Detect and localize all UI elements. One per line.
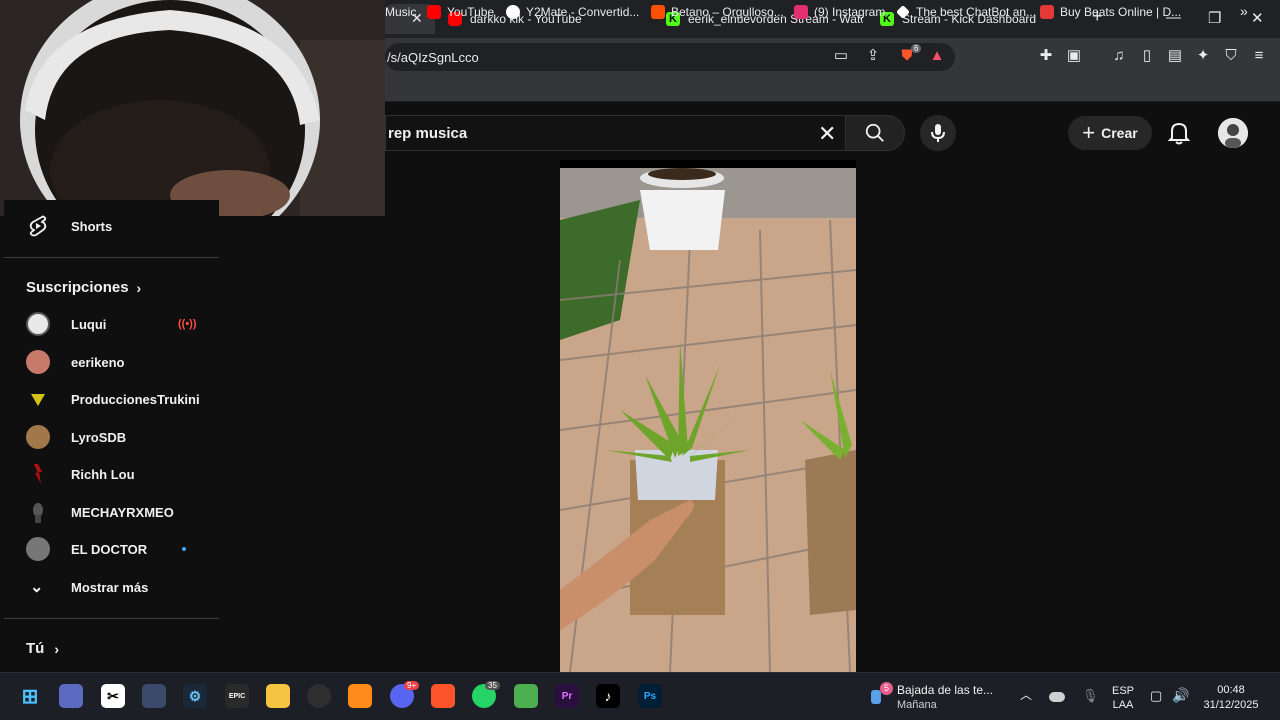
bookmark-y2mate[interactable]: Y2Mate - Convertid... bbox=[506, 5, 639, 19]
chatbot-icon bbox=[896, 5, 910, 19]
betano-icon bbox=[651, 5, 665, 19]
short-video-player[interactable] bbox=[560, 160, 856, 672]
voice-search-button[interactable] bbox=[920, 115, 956, 151]
create-button[interactable]: + Crear bbox=[1068, 116, 1152, 150]
extensions-icon[interactable]: ✚ bbox=[1037, 47, 1055, 65]
windows-start-icon[interactable]: ⊞ bbox=[18, 684, 42, 708]
microphone-tray-icon[interactable]: 🎙 bbox=[1082, 688, 1099, 704]
bookmark-instagram[interactable]: (9) Instagram bbox=[794, 5, 885, 19]
file-explorer-icon[interactable] bbox=[266, 684, 290, 708]
sidebar-divider bbox=[4, 618, 219, 619]
obs-icon[interactable] bbox=[307, 684, 331, 708]
close-window-icon[interactable]: ✕ bbox=[1251, 9, 1264, 27]
search-value: rep musica bbox=[388, 124, 468, 142]
chevron-up-icon[interactable]: ︿ bbox=[1020, 686, 1032, 703]
url-text: /s/aQIzSgnLcco bbox=[387, 49, 479, 65]
search-icon bbox=[865, 123, 884, 142]
whatsapp-badge: 35 bbox=[485, 681, 500, 690]
bookmark-betano[interactable]: Betano – Orgulloso... bbox=[651, 5, 784, 19]
channel-avatar bbox=[26, 500, 50, 524]
clear-search-icon[interactable]: ✕ bbox=[818, 121, 836, 147]
photoshop-icon[interactable]: Ps bbox=[638, 684, 662, 708]
language-indicator[interactable]: ESP LAA bbox=[1108, 685, 1138, 711]
brave-browser-icon[interactable] bbox=[431, 684, 455, 708]
subscription-mechayrxmeo[interactable]: MECHAYRXMEO bbox=[0, 494, 215, 530]
bookmark-beats[interactable]: Buy Beats Online | D... bbox=[1040, 5, 1181, 19]
avatar-image bbox=[1218, 118, 1248, 148]
epic-games-icon[interactable]: EPIC bbox=[225, 684, 249, 708]
weather-icon bbox=[871, 690, 881, 704]
chevron-right-icon: › bbox=[136, 279, 142, 296]
notification-badge: 5 bbox=[880, 682, 893, 695]
subscription-luqui[interactable]: Luqui ((•)) bbox=[0, 306, 215, 342]
shorts-icon bbox=[29, 215, 47, 237]
microphone-icon bbox=[931, 124, 945, 142]
sidebar-divider bbox=[4, 257, 219, 258]
volume-icon[interactable]: 🔊 bbox=[1172, 687, 1189, 704]
discord-badge: 9+ bbox=[404, 681, 420, 690]
plus-icon: + bbox=[1082, 120, 1096, 145]
search-input[interactable]: rep musica bbox=[385, 115, 845, 151]
channel-avatar bbox=[26, 425, 50, 449]
fl-studio-icon[interactable] bbox=[348, 684, 372, 708]
show-more-button[interactable]: ⌄ Mostrar más bbox=[0, 569, 215, 605]
channel-avatar bbox=[26, 537, 50, 561]
onedrive-icon[interactable] bbox=[1049, 692, 1065, 702]
chevron-right-icon: › bbox=[54, 640, 59, 657]
cast-icon[interactable]: ▭ bbox=[832, 47, 850, 65]
channel-avatar bbox=[26, 387, 50, 411]
bookmark-music[interactable]: Music bbox=[385, 5, 416, 19]
chevron-down-icon: ⌄ bbox=[30, 579, 44, 596]
share-icon[interactable]: ⇪ bbox=[864, 47, 882, 65]
account-avatar[interactable] bbox=[1218, 118, 1248, 148]
more-bookmarks-icon[interactable]: » bbox=[1240, 3, 1248, 19]
bookmark-chatbot[interactable]: The best ChatBot an... bbox=[896, 5, 1036, 19]
you-section-title[interactable]: Tú › bbox=[26, 640, 59, 657]
wallet-icon[interactable]: ▤ bbox=[1166, 47, 1184, 65]
restore-icon[interactable]: ❐ bbox=[1208, 9, 1221, 27]
search-button[interactable] bbox=[845, 115, 905, 151]
weather-widget[interactable]: Bajada de las te... Mañana bbox=[897, 683, 993, 711]
clock[interactable]: 00:48 31/12/2025 bbox=[1198, 684, 1264, 711]
subscription-richh-lou[interactable]: Richh Lou bbox=[0, 456, 215, 492]
channel-avatar bbox=[26, 350, 50, 374]
vpn-icon[interactable]: ⛉ bbox=[1222, 47, 1240, 65]
channel-avatar bbox=[26, 462, 50, 486]
subscription-produccionestrukini[interactable]: ProduccionesTrukini bbox=[0, 381, 215, 417]
tiktok-icon[interactable]: ♪ bbox=[596, 684, 620, 708]
subscriptions-title[interactable]: Suscripciones › bbox=[26, 279, 141, 296]
subscription-eerikeno[interactable]: eerikeno bbox=[0, 344, 215, 380]
instagram-icon bbox=[794, 5, 808, 19]
video-frame bbox=[560, 160, 856, 672]
notifications-button[interactable] bbox=[1167, 121, 1191, 150]
music-icon[interactable]: ♫ bbox=[1110, 47, 1128, 65]
bell-icon bbox=[1167, 122, 1191, 145]
beats-icon bbox=[1040, 5, 1054, 19]
webcam-overlay bbox=[0, 0, 385, 216]
network-icon[interactable]: ▢ bbox=[1150, 688, 1162, 704]
youtube-icon bbox=[427, 5, 441, 19]
sidebar-icon[interactable]: ▯ bbox=[1138, 47, 1156, 65]
sidebar-item-shorts[interactable]: Shorts bbox=[4, 208, 219, 244]
subscription-lyrosdb[interactable]: LyroSDB bbox=[0, 419, 215, 455]
live-icon: ((•)) bbox=[178, 318, 197, 330]
reader-icon[interactable]: ▣ bbox=[1065, 47, 1083, 65]
brave-rewards-icon[interactable]: ▲ bbox=[928, 47, 946, 65]
channel-avatar bbox=[26, 312, 50, 336]
leo-ai-icon[interactable]: ✦ bbox=[1194, 47, 1212, 65]
sidebar-item-label: Shorts bbox=[71, 218, 113, 234]
davinci-icon[interactable] bbox=[142, 684, 166, 708]
menu-icon[interactable]: ≡ bbox=[1250, 47, 1268, 65]
widgets-icon[interactable] bbox=[59, 684, 83, 708]
premiere-pro-icon[interactable]: Pr bbox=[555, 684, 579, 708]
capcut-icon[interactable]: ✂ bbox=[101, 684, 125, 708]
y2mate-icon bbox=[506, 5, 520, 19]
new-content-dot bbox=[182, 547, 186, 551]
steam-icon[interactable]: ⚙ bbox=[183, 684, 207, 708]
minecraft-icon[interactable] bbox=[514, 684, 538, 708]
subscription-el-doctor[interactable]: EL DOCTOR bbox=[0, 531, 215, 567]
bookmark-youtube[interactable]: YouTube bbox=[427, 5, 494, 19]
webcam-image bbox=[0, 0, 385, 216]
